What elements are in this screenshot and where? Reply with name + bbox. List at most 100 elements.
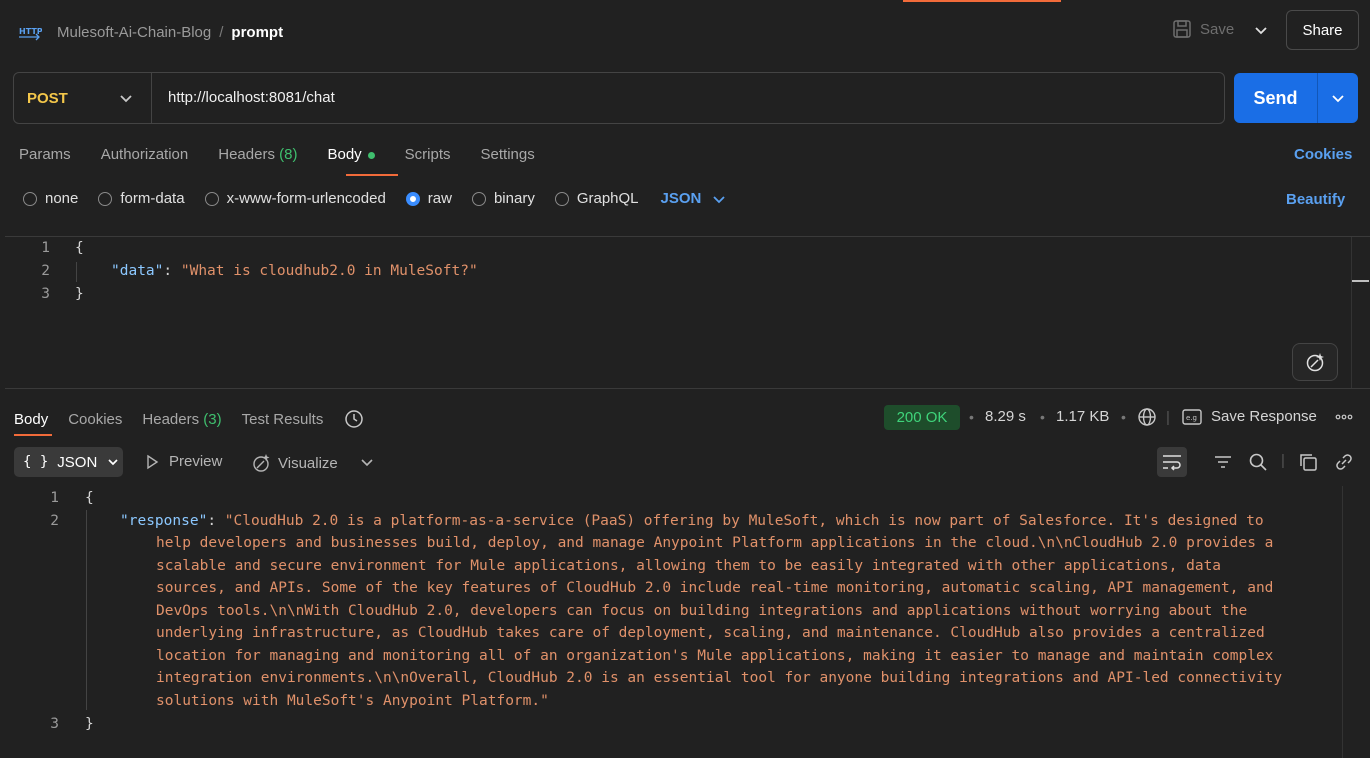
url-input[interactable]: http://localhost:8081/chat xyxy=(168,89,335,106)
globe-icon[interactable] xyxy=(1137,407,1157,427)
response-line-2: "response": "CloudHub 2.0 is a platform-… xyxy=(120,513,1264,529)
radio-form-data[interactable]: form-data xyxy=(98,190,185,207)
radio-binary[interactable]: binary xyxy=(471,190,535,207)
radio-label: binary xyxy=(493,190,535,207)
tab-label: Settings xyxy=(480,146,535,163)
copy-icon[interactable] xyxy=(1298,452,1318,472)
code-open-brace: { xyxy=(75,240,84,256)
editor-scrollbar[interactable] xyxy=(1351,237,1369,388)
line-number: 1 xyxy=(50,490,59,506)
response-time[interactable]: 8.29 s xyxy=(985,408,1026,425)
history-icon[interactable] xyxy=(343,408,365,430)
chevron-down-icon xyxy=(116,88,136,108)
json-key: "response" xyxy=(120,513,208,529)
radio-none[interactable]: none xyxy=(23,190,78,207)
vertical-divider: | xyxy=(1281,452,1285,469)
save-response-label: Save Response xyxy=(1211,408,1317,425)
url-bar: POST http://localhost:8081/chat xyxy=(13,72,1225,124)
wrap-lines-button[interactable] xyxy=(1157,447,1187,477)
headers-count: (8) xyxy=(279,146,298,163)
tab-scripts[interactable]: Scripts xyxy=(405,146,451,163)
save-label: Save xyxy=(1200,20,1235,38)
response-tabs: Body Cookies Headers (3) Test Results xyxy=(14,408,365,430)
separator-dot: • xyxy=(1121,409,1126,425)
search-icon[interactable] xyxy=(1248,452,1268,472)
save-icon xyxy=(1172,19,1192,39)
line-number: 3 xyxy=(41,286,50,302)
json-value: "What is cloudhub2.0 in MuleSoft?" xyxy=(180,263,478,279)
tab-label: Headers xyxy=(218,146,275,163)
radio-x-www-form-urlencoded[interactable]: x-www-form-urlencoded xyxy=(204,190,386,207)
send-options-button[interactable] xyxy=(1318,73,1358,123)
code-open-brace: { xyxy=(85,490,94,506)
save-options-chevron-down-icon[interactable] xyxy=(1250,19,1272,41)
filter-icon[interactable] xyxy=(1213,452,1233,472)
visualize-button[interactable]: Visualize xyxy=(251,453,338,473)
format-label: JSON xyxy=(57,453,98,471)
magic-icon xyxy=(1304,351,1326,373)
beautify-button[interactable]: Beautify xyxy=(1286,191,1345,208)
active-tab-underline xyxy=(346,174,398,176)
radio-circle xyxy=(471,191,486,206)
radio-graphql[interactable]: GraphQL xyxy=(554,190,639,207)
radio-label: none xyxy=(45,190,79,207)
active-tab-accent xyxy=(903,0,1061,2)
preview-label: Preview xyxy=(169,453,223,470)
status-badge[interactable]: 200 OK xyxy=(884,405,960,430)
line-number: 2 xyxy=(41,263,50,279)
json-key: "data" xyxy=(111,263,164,279)
tab-label: Authorization xyxy=(100,146,189,163)
visualize-chevron-down-icon[interactable] xyxy=(358,453,376,471)
chevron-down-icon xyxy=(1329,89,1347,107)
more-icon[interactable] xyxy=(1334,408,1354,426)
line-number: 3 xyxy=(50,716,59,732)
method-select[interactable]: POST xyxy=(14,73,152,123)
wrap-icon xyxy=(1161,453,1183,471)
send-button[interactable]: Send xyxy=(1234,73,1318,123)
ai-assist-button[interactable] xyxy=(1292,343,1338,381)
resp-tab-cookies[interactable]: Cookies xyxy=(68,411,122,428)
link-icon[interactable] xyxy=(1334,452,1354,472)
language-select[interactable]: JSON xyxy=(661,190,728,207)
cookies-link[interactable]: Cookies xyxy=(1294,146,1352,163)
headers-count: (3) xyxy=(203,410,222,428)
resp-tab-test-results[interactable]: Test Results xyxy=(242,411,324,428)
request-title[interactable]: prompt xyxy=(231,24,283,41)
tab-body[interactable]: Body xyxy=(327,146,375,163)
request-tabs: Params Authorization Headers (8) Body Sc… xyxy=(19,146,565,163)
radio-circle xyxy=(98,191,113,206)
json-colon: : xyxy=(163,263,181,279)
body-type-options: none form-data x-www-form-urlencoded raw… xyxy=(23,190,727,207)
breadcrumb-collection[interactable]: Mulesoft-Ai-Chain-Blog xyxy=(57,24,211,41)
radio-circle xyxy=(204,191,219,206)
radio-label: GraphQL xyxy=(576,190,639,207)
vertical-divider: | xyxy=(1166,409,1170,426)
tab-settings[interactable]: Settings xyxy=(481,146,535,163)
tab-label: Params xyxy=(19,146,71,163)
save-button[interactable]: Save xyxy=(1172,19,1234,39)
preview-button[interactable]: Preview xyxy=(144,453,222,470)
radio-circle xyxy=(23,191,37,206)
response-scrollbar[interactable] xyxy=(1342,486,1343,758)
response-size[interactable]: 1.17 KB xyxy=(1056,408,1109,425)
tab-authorization[interactable]: Authorization xyxy=(101,146,189,163)
radio-label: x-www-form-urlencoded xyxy=(226,190,386,207)
active-tab-underline xyxy=(14,434,52,436)
save-response-button[interactable]: e.g Save Response xyxy=(1182,408,1317,425)
scrollbar-thumb[interactable] xyxy=(1352,280,1369,282)
request-body-editor[interactable] xyxy=(5,236,1370,389)
tab-headers[interactable]: Headers (8) xyxy=(218,146,297,163)
tab-params[interactable]: Params xyxy=(19,146,71,163)
indent-guide xyxy=(86,510,87,710)
radio-raw[interactable]: raw xyxy=(405,190,452,207)
radio-circle xyxy=(554,191,569,206)
resp-tab-body[interactable]: Body xyxy=(14,411,48,428)
method-label: POST xyxy=(27,89,68,107)
response-format-select[interactable]: { } JSON xyxy=(14,447,123,477)
share-button[interactable]: Share xyxy=(1286,10,1359,50)
save-response-icon: e.g xyxy=(1182,408,1202,425)
indent-guide xyxy=(76,262,77,282)
chevron-down-icon xyxy=(711,191,727,207)
radio-label: raw xyxy=(427,190,452,207)
resp-tab-headers[interactable]: Headers (3) xyxy=(142,411,221,428)
